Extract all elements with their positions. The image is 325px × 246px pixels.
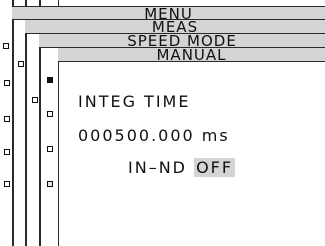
tree-marker[interactable] [32,97,38,103]
tree-marker[interactable] [4,116,10,122]
tree-marker[interactable] [47,146,53,152]
tree-marker[interactable] [4,181,10,187]
tree-marker[interactable] [47,111,53,117]
tree-line-level-1 [12,0,14,246]
in-nd-row: IN–ND OFF [128,158,236,177]
instrument-display: MENU MEAS SPEED MODE MANUAL INTEG TIME 0… [0,0,325,246]
menu-bar-manual[interactable]: MANUAL [58,48,325,63]
tree-line-level-2 [25,0,27,246]
focused-marker[interactable] [47,181,53,187]
tree-marker[interactable] [4,149,10,155]
selected-marker[interactable] [47,77,53,83]
in-nd-value[interactable]: OFF [194,158,236,177]
param-label: INTEG TIME [78,92,191,111]
tree-marker[interactable] [18,61,24,67]
in-nd-label: IN–ND [128,158,187,177]
tree-marker[interactable] [3,43,9,49]
param-value[interactable]: 000500.000 ms [78,126,230,145]
tree-marker[interactable] [4,80,10,86]
